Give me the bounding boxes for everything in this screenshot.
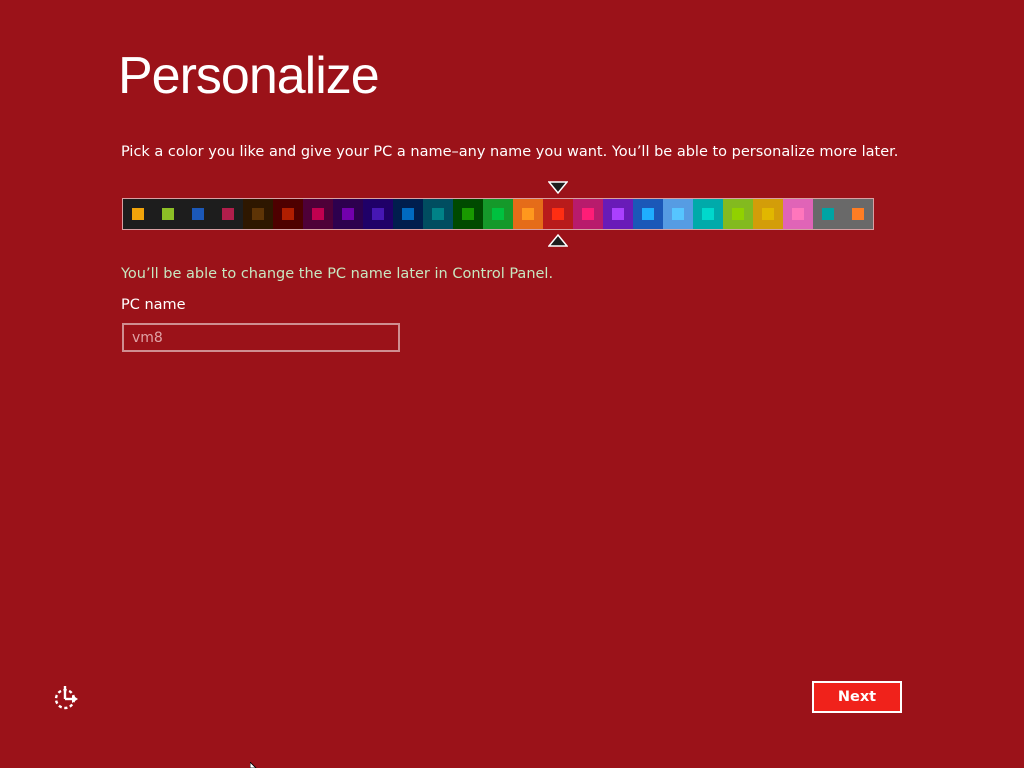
color-palette [122, 198, 874, 230]
color-swatch[interactable] [243, 199, 273, 229]
color-swatch-selected[interactable] [543, 199, 573, 229]
color-swatch-chip [522, 208, 534, 220]
color-swatch[interactable] [303, 199, 333, 229]
color-swatch-chip [492, 208, 504, 220]
color-swatch-chip [312, 208, 324, 220]
color-swatch[interactable] [783, 199, 813, 229]
color-swatch[interactable] [693, 199, 723, 229]
selection-marker-bottom-icon [548, 233, 568, 247]
color-swatch-chip [282, 208, 294, 220]
color-swatch-chip [462, 208, 474, 220]
color-swatch-chip [792, 208, 804, 220]
color-swatch-chip [342, 208, 354, 220]
color-swatch[interactable] [333, 199, 363, 229]
color-swatch[interactable] [633, 199, 663, 229]
color-swatch[interactable] [153, 199, 183, 229]
color-swatch[interactable] [723, 199, 753, 229]
color-swatch[interactable] [753, 199, 783, 229]
ease-of-access-icon[interactable] [52, 684, 80, 712]
color-swatch[interactable] [363, 199, 393, 229]
color-swatch[interactable] [813, 199, 843, 229]
color-swatch[interactable] [843, 199, 873, 229]
color-swatch-chip [252, 208, 264, 220]
color-swatch[interactable] [573, 199, 603, 229]
color-swatch[interactable] [183, 199, 213, 229]
color-swatch-chip [732, 208, 744, 220]
pc-name-hint: You’ll be able to change the PC name lat… [121, 266, 554, 282]
mouse-cursor-icon [250, 762, 257, 768]
color-swatch[interactable] [603, 199, 633, 229]
pc-name-label: PC name [121, 297, 186, 313]
color-swatch[interactable] [123, 199, 153, 229]
color-swatch-chip [822, 208, 834, 220]
color-swatch[interactable] [483, 199, 513, 229]
next-button[interactable]: Next [812, 681, 902, 713]
color-swatch-chip [552, 208, 564, 220]
selection-marker-top-icon [548, 181, 568, 195]
color-swatch-chip [192, 208, 204, 220]
color-swatch-chip [372, 208, 384, 220]
color-swatch[interactable] [393, 199, 423, 229]
color-swatch[interactable] [513, 199, 543, 229]
color-swatch-chip [132, 208, 144, 220]
color-swatch-chip [672, 208, 684, 220]
color-swatch-chip [702, 208, 714, 220]
color-swatch-chip [432, 208, 444, 220]
color-swatch-chip [162, 208, 174, 220]
color-swatch-chip [582, 208, 594, 220]
color-swatch[interactable] [423, 199, 453, 229]
page-description: Pick a color you like and give your PC a… [121, 144, 899, 160]
color-swatch-chip [852, 208, 864, 220]
pc-name-input[interactable] [122, 323, 400, 352]
page-title: Personalize [118, 47, 380, 105]
color-swatch[interactable] [663, 199, 693, 229]
color-swatch-chip [402, 208, 414, 220]
color-swatch-chip [762, 208, 774, 220]
color-swatch-chip [612, 208, 624, 220]
color-swatch[interactable] [273, 199, 303, 229]
color-swatch[interactable] [213, 199, 243, 229]
color-swatch[interactable] [453, 199, 483, 229]
color-swatch-chip [642, 208, 654, 220]
color-swatch-chip [222, 208, 234, 220]
